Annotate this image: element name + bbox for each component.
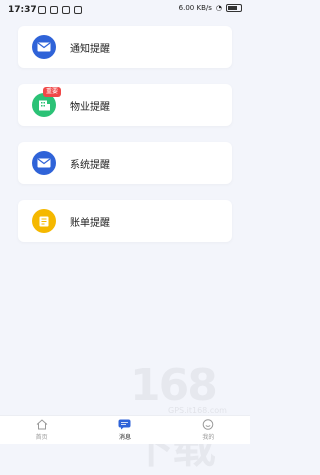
app-notification-icon bbox=[50, 6, 58, 14]
network-speed: 6.00 KB/s bbox=[178, 4, 212, 12]
tab-home[interactable]: 首页 bbox=[0, 416, 83, 444]
app-notification-icon bbox=[38, 6, 46, 14]
list-item-label: 账单提醒 bbox=[70, 217, 110, 229]
important-badge: 重要 bbox=[43, 87, 62, 97]
list-item-notice[interactable]: 通知提醒 bbox=[18, 26, 232, 68]
bottom-tab-bar: 首页 消息 我的 bbox=[0, 415, 250, 444]
status-time: 17:37 bbox=[8, 5, 37, 15]
tab-label: 首页 bbox=[35, 434, 48, 441]
battery-icon bbox=[226, 4, 242, 12]
building-icon: 重要 bbox=[32, 87, 62, 117]
message-icon bbox=[118, 419, 131, 430]
app-notification-icon bbox=[74, 6, 82, 14]
list-item-label: 通知提醒 bbox=[70, 43, 110, 55]
envelope-icon bbox=[32, 151, 56, 175]
profile-icon bbox=[203, 419, 214, 430]
app-notification-icon bbox=[62, 6, 70, 14]
status-right: 6.00 KB/s ◔ bbox=[179, 4, 242, 12]
notification-list: 通知提醒 重要 物业提醒 系统提醒 账单提醒 bbox=[18, 26, 232, 258]
list-item-property[interactable]: 重要 物业提醒 bbox=[18, 84, 232, 126]
notification-icons bbox=[38, 6, 82, 14]
watermark-site: GPS.it168.com bbox=[168, 406, 227, 415]
list-item-system[interactable]: 系统提醒 bbox=[18, 142, 232, 184]
list-item-label: 系统提醒 bbox=[70, 159, 110, 171]
tab-profile[interactable]: 我的 bbox=[167, 416, 250, 444]
bill-icon bbox=[32, 209, 56, 233]
tab-label: 我的 bbox=[202, 434, 215, 441]
list-item-label: 物业提醒 bbox=[70, 101, 110, 113]
tab-messages[interactable]: 消息 bbox=[83, 416, 166, 444]
status-bar: 17:37 6.00 KB/s ◔ bbox=[0, 0, 250, 22]
home-icon bbox=[36, 419, 47, 430]
list-item-bill[interactable]: 账单提醒 bbox=[18, 200, 232, 242]
tab-label: 消息 bbox=[118, 434, 131, 441]
envelope-icon bbox=[32, 35, 56, 59]
wifi-icon: ◔ bbox=[215, 4, 222, 12]
